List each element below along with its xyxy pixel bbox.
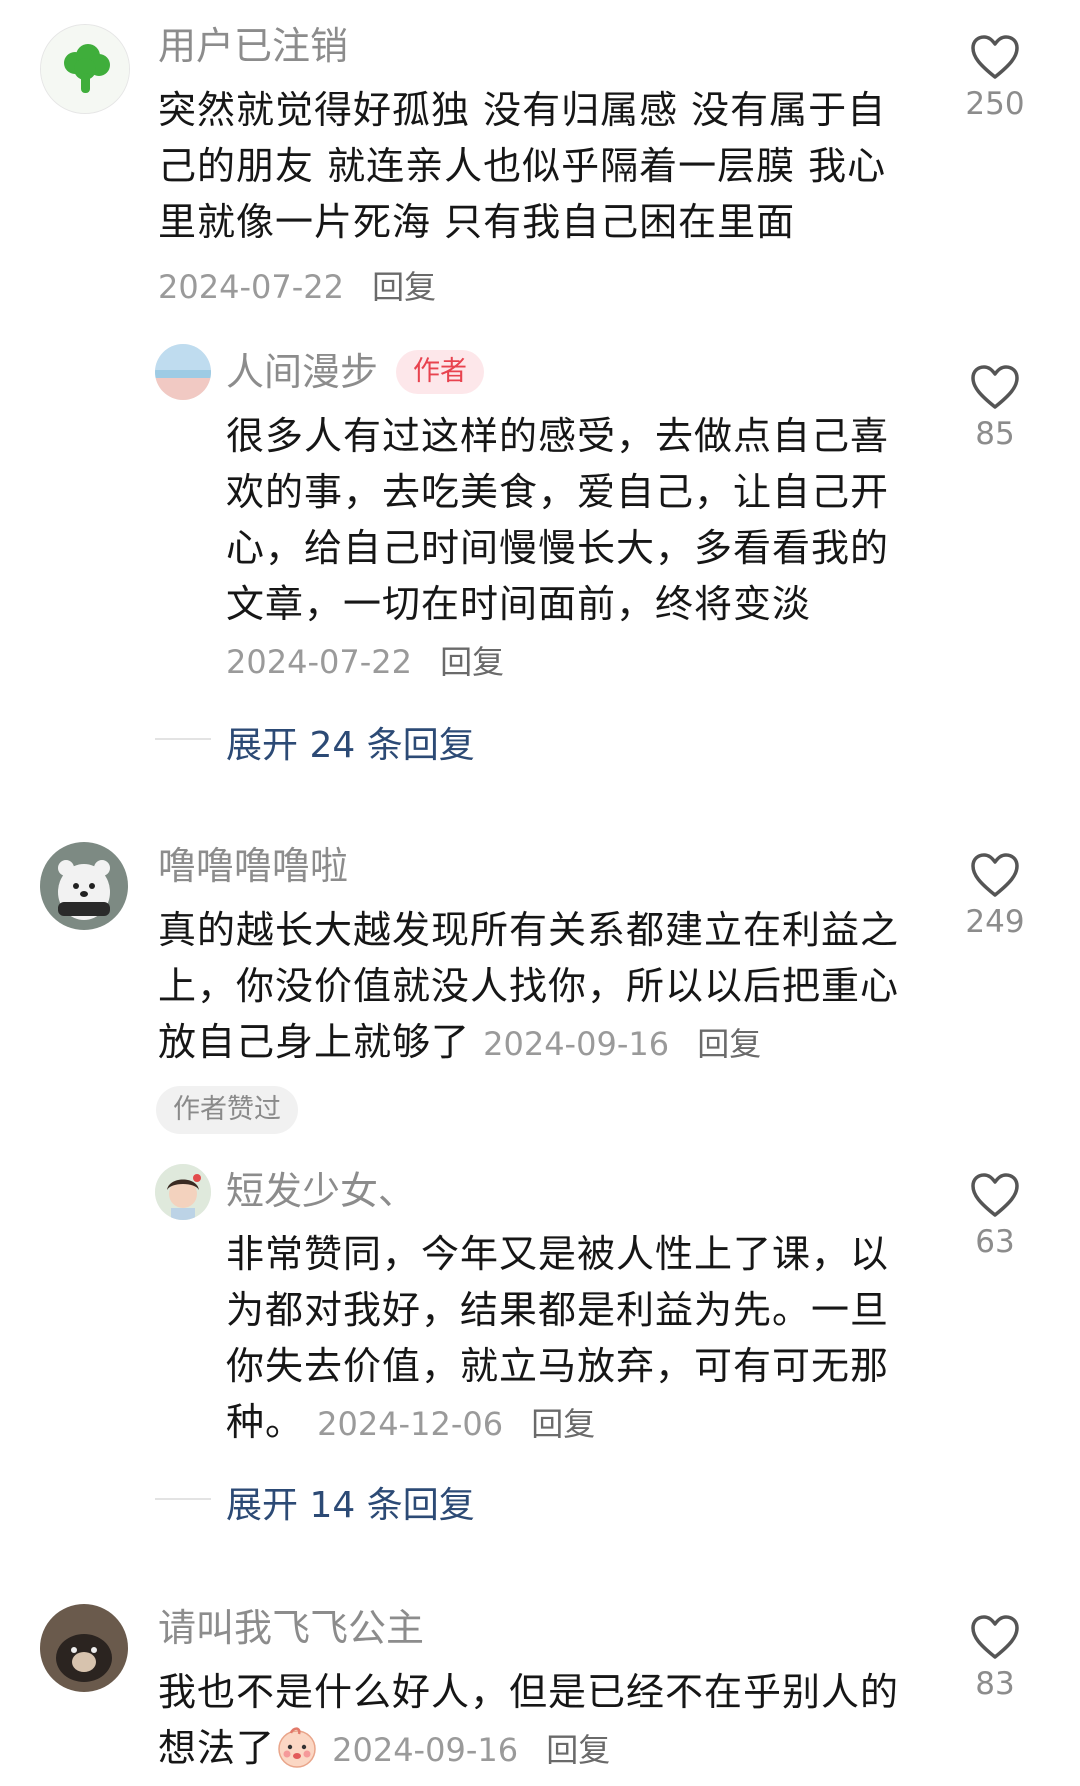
avatar[interactable] (40, 1604, 128, 1692)
reply-button[interactable]: 回复 (440, 643, 504, 681)
comment-text: 我也不是什么好人，但是已经不在乎别人的想法了 2024-09-16 回复 (158, 1664, 918, 1778)
like-button[interactable]: 250 (955, 34, 1035, 122)
reply-button[interactable]: 回复 (372, 268, 436, 306)
reply-username[interactable]: 人间漫步 (226, 350, 378, 394)
bear-avatar-image (40, 842, 128, 930)
username[interactable]: 短发少女、 (226, 1167, 416, 1215)
like-count: 85 (975, 416, 1015, 452)
heart-icon (971, 1615, 1019, 1659)
username[interactable]: 人间漫步 作者 (226, 348, 485, 397)
like-count: 249 (965, 904, 1025, 940)
expand-replies-link[interactable]: 展开 24 条回复 (226, 716, 475, 768)
comment-date: 2024-07-22 (158, 268, 344, 306)
like-button[interactable]: 63 (955, 1172, 1035, 1260)
avatar[interactable] (155, 344, 211, 400)
expand-replies-link[interactable]: 展开 14 条回复 (226, 1476, 475, 1528)
heart-icon (971, 1173, 1019, 1217)
girl-avatar-image (155, 1164, 211, 1220)
reply-date: 2024-07-22 (226, 643, 412, 681)
author-badge: 作者 (396, 349, 485, 394)
username[interactable]: 请叫我飞飞公主 (158, 1604, 424, 1652)
baby-face-emoji-icon (278, 1726, 316, 1768)
reply-text: 非常赞同，今年又是被人性上了课，以为都对我好，结果都是利益为先。一旦你失去价值，… (226, 1226, 916, 1452)
comment-text: 突然就觉得好孤独 没有归属感 没有属于自己的朋友 就连亲人也似乎隔着一层膜 我心… (158, 82, 918, 250)
comment-date: 2024-09-16 (332, 1731, 519, 1769)
heart-icon (971, 853, 1019, 897)
avatar[interactable] (155, 1164, 211, 1220)
reply-button[interactable]: 回复 (531, 1405, 595, 1443)
comment-content: 突然就觉得好孤独 没有归属感 没有属于自己的朋友 就连亲人也似乎隔着一层膜 我心… (158, 88, 887, 244)
comment-date: 2024-09-16 (483, 1025, 670, 1063)
like-button[interactable]: 85 (955, 364, 1035, 452)
like-button[interactable]: 249 (955, 852, 1035, 940)
heart-icon (971, 365, 1019, 409)
reply-text: 很多人有过这样的感受，去做点自己喜欢的事，去吃美食，爱自己，让自己开心，给自己时… (226, 408, 916, 690)
comment-meta: 2024-07-22 回复 (158, 262, 436, 308)
avatar[interactable] (40, 24, 130, 114)
username[interactable]: 噜噜噜噜啦 (158, 842, 348, 890)
like-count: 83 (975, 1666, 1015, 1702)
divider (155, 738, 211, 740)
reply-button[interactable]: 回复 (546, 1731, 610, 1769)
username[interactable]: 用户已注销 (158, 22, 348, 70)
reply-content: 很多人有过这样的感受，去做点自己喜欢的事，去吃美食，爱自己，让自己开心，给自己时… (226, 414, 890, 626)
broccoli-icon (41, 25, 129, 113)
like-count: 250 (965, 86, 1025, 122)
pet-avatar-image (40, 1604, 128, 1692)
reply-button[interactable]: 回复 (697, 1025, 761, 1063)
divider (155, 1498, 211, 1500)
avatar[interactable] (40, 842, 128, 930)
reply-date: 2024-12-06 (317, 1405, 504, 1443)
like-button[interactable]: 83 (955, 1614, 1035, 1702)
comment-text: 真的越长大越发现所有关系都建立在利益之上，你没价值就没人找你，所以以后把重心放自… (158, 902, 918, 1072)
beach-avatar-image (155, 344, 211, 400)
like-count: 63 (975, 1224, 1015, 1260)
heart-icon (971, 35, 1019, 79)
author-liked-badge: 作者赞过 (156, 1086, 298, 1134)
